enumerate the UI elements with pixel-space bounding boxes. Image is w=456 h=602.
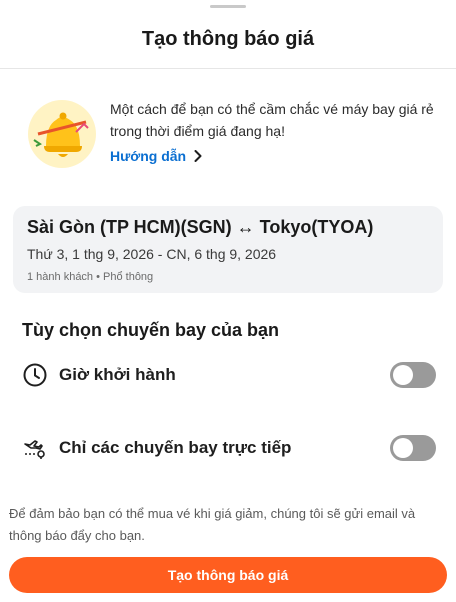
direct-flight-icon — [22, 435, 48, 461]
option-departure-time: Giờ khởi hành — [22, 359, 436, 391]
clock-icon — [22, 362, 48, 388]
options-title: Tùy chọn chuyến bay của bạn — [22, 320, 280, 340]
header-divider — [0, 68, 456, 69]
route-title: Sài Gòn (TP HCM)(SGN) ↔ Tokyo(TYOA) — [27, 217, 374, 237]
direct-flights-toggle[interactable] — [390, 435, 436, 461]
guide-link[interactable]: Hướng dẫn — [110, 148, 202, 164]
promo-description: Một cách để bạn có thể cầm chắc vé máy b… — [110, 101, 434, 139]
create-price-alert-button[interactable]: Tạo thông báo giá — [9, 557, 447, 593]
toggle-knob — [393, 438, 413, 458]
departure-time-toggle[interactable] — [390, 362, 436, 388]
route-passenger-class: 1 hành khách • Phổ thông — [27, 271, 154, 283]
bell-price-alert-icon — [24, 96, 100, 172]
option-label: Giờ khởi hành — [59, 365, 176, 384]
route-summary-card: Sài Gòn (TP HCM)(SGN) ↔ Tokyo(TYOA) Thứ … — [13, 206, 443, 293]
guide-link-label: Hướng dẫn — [110, 148, 187, 164]
route-dates: Thứ 3, 1 thg 9, 2026 - CN, 6 thg 9, 2026 — [27, 246, 277, 262]
toggle-knob — [393, 365, 413, 385]
notification-note: Để đảm bảo bạn có thể mua vé khi giá giả… — [9, 506, 416, 543]
option-label: Chỉ các chuyến bay trực tiếp — [59, 438, 292, 457]
drag-handle[interactable] — [210, 5, 246, 8]
chevron-right-icon — [194, 150, 202, 162]
option-direct-flights: Chỉ các chuyến bay trực tiếp — [22, 432, 436, 464]
promo-section: Một cách để bạn có thể cầm chắc vé máy b… — [24, 96, 444, 186]
page-title: Tạo thông báo giá — [141, 28, 315, 50]
